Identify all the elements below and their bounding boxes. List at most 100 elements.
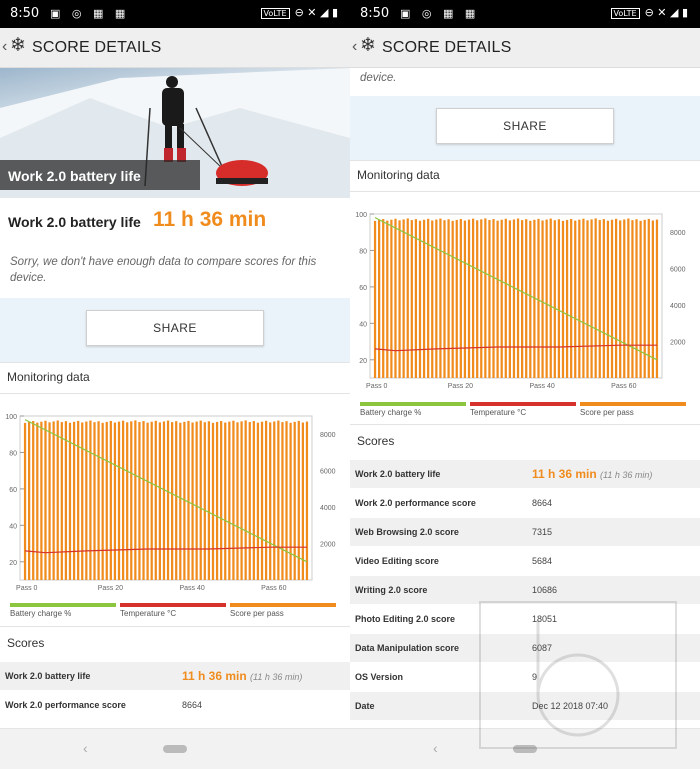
y-tick-label: 20 (9, 560, 17, 567)
score-bar (619, 220, 622, 378)
legend-swatch (360, 402, 466, 406)
table-row: Web Browsing 2.0 score 7315 (350, 518, 700, 547)
score-bar (301, 422, 304, 580)
score-bar (36, 422, 39, 580)
row-value: 18051 (532, 614, 558, 624)
share-button[interactable]: SHARE (86, 310, 264, 346)
score-bar (52, 421, 55, 580)
score-bar (158, 422, 161, 580)
score-bar (610, 219, 614, 378)
score-bar (545, 219, 548, 378)
back-chevron-icon[interactable]: ‹ (352, 38, 357, 56)
share-button[interactable]: SHARE (436, 108, 614, 144)
legend-temperature: Temperature °C (470, 402, 576, 422)
score-bar (549, 218, 552, 378)
score-bar (382, 219, 385, 378)
score-bar (105, 421, 108, 580)
hero-caption: Work 2.0 battery life (8, 168, 141, 184)
score-bar (89, 420, 92, 580)
table-row: Data Manipulation score 6087 (350, 634, 700, 663)
score-bar (191, 422, 194, 580)
score-bar (64, 421, 68, 580)
score-bar (109, 420, 112, 580)
y-tick-label: 20 (359, 358, 367, 365)
score-bar (215, 421, 219, 580)
divider (0, 626, 350, 627)
score-bar (199, 420, 202, 580)
row-value: 8664 (182, 700, 203, 710)
score-bar (512, 219, 516, 378)
row-label: Web Browsing 2.0 score (355, 527, 459, 537)
legend-score: Score per pass (580, 402, 686, 422)
score-bar (406, 218, 409, 378)
nav-back-icon[interactable]: ‹ (433, 740, 438, 756)
x-tick-label: Pass 40 (529, 383, 554, 388)
score-bar (488, 220, 491, 378)
legend-score: Score per pass (230, 603, 336, 623)
score-bar (269, 422, 272, 580)
table-row: OS Version 9 (350, 663, 700, 692)
score-bar (171, 422, 174, 580)
score-bar (500, 219, 503, 378)
legend-label: Temperature °C (120, 609, 177, 618)
score-bar (414, 219, 418, 378)
divider (0, 393, 350, 394)
table-row: Writing 2.0 score 10686 (350, 576, 700, 605)
score-bar (264, 420, 268, 580)
score-bar (85, 421, 88, 580)
score-bar (516, 218, 520, 378)
row-label: Work 2.0 battery life (5, 671, 91, 681)
nav-back-icon[interactable]: ‹ (83, 740, 88, 756)
score-bar (484, 218, 487, 378)
score-bar (590, 219, 593, 378)
system-nav-bar: ‹ (0, 728, 350, 769)
score-bar (121, 420, 125, 580)
score-bar (402, 219, 405, 378)
left-screen: 8:50 ▣ ◎ ▦ ▦ VoLTE ⊖ ✕ ◢ ▮ ‹ ❄ SCORE DETA… (0, 0, 350, 769)
score-bar (60, 422, 63, 580)
score-bar (386, 220, 389, 378)
score-bar (224, 422, 227, 580)
score-bar (44, 420, 47, 580)
score-bar (451, 220, 454, 378)
home-pill-icon[interactable] (163, 745, 187, 753)
x-tick-label: Pass 0 (366, 383, 388, 388)
legend-label: Temperature °C (470, 408, 527, 417)
y-tick-label: 80 (9, 450, 17, 457)
score-bar (390, 219, 393, 378)
score-bar (134, 420, 137, 580)
x-tick-label: Pass 0 (16, 585, 38, 590)
legend-label: Score per pass (230, 609, 284, 618)
y-right-tick-label: 4000 (670, 303, 686, 310)
back-chevron-icon[interactable]: ‹ (2, 38, 7, 56)
score-bar (422, 219, 426, 378)
score-bar (277, 420, 280, 580)
system-icons: VoLTE ⊖ ✕ ◢ ▮ (610, 6, 688, 19)
legend-swatch (580, 402, 686, 406)
x-tick-label: Pass 60 (261, 585, 286, 590)
legend-label: Battery charge % (10, 609, 72, 618)
home-pill-icon[interactable] (513, 745, 537, 753)
score-bar (521, 220, 524, 378)
score-bar (578, 219, 581, 378)
x-tick-label: Pass 20 (98, 585, 123, 590)
right-screen: 8:50 ▣ ◎ ▦ ▦ VoLTE ⊖ ✕ ◢ ▮ ‹ ❄ SCORE DETA… (350, 0, 700, 769)
hero-image: Work 2.0 battery life (0, 68, 350, 198)
score-bar (373, 220, 377, 378)
score-bar (117, 421, 121, 580)
score-bar (471, 218, 475, 378)
row-value: 7315 (532, 527, 553, 537)
scores-table: Work 2.0 battery life 11 h 36 min (11 h … (0, 662, 350, 720)
score-bar (252, 421, 255, 580)
share-section: SHARE (350, 96, 700, 160)
score-bar (529, 220, 532, 378)
system-icons: VoLTE ⊖ ✕ ◢ ▮ (260, 6, 338, 19)
score-bar (582, 218, 585, 378)
scores-title: Scores (357, 434, 395, 448)
scores-table: Work 2.0 battery life 11 h 36 min (11 h … (350, 460, 700, 721)
score-bar (232, 420, 235, 580)
score-bar (394, 218, 397, 378)
share-section: SHARE (0, 298, 350, 362)
score-bar (431, 220, 434, 378)
score-bar (496, 220, 499, 378)
